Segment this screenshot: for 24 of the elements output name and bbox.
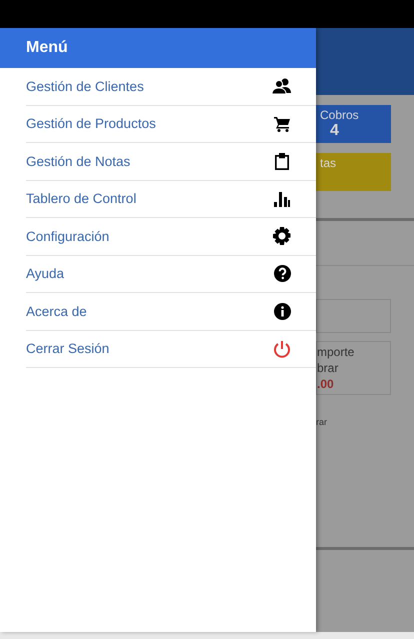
menu-item[interactable]: Tablero de Control	[26, 180, 316, 218]
amount-label: brar	[317, 360, 340, 376]
power-icon	[273, 340, 291, 358]
bar-chart-icon	[274, 190, 290, 207]
menu-item[interactable]: Gestión de Notas	[26, 143, 316, 180]
menu-item[interactable]: Gestión de Productos	[26, 106, 316, 143]
amount-value: .00	[317, 376, 335, 392]
help-icon	[274, 265, 290, 282]
clipboard-icon	[274, 152, 290, 170]
cart-icon	[274, 116, 290, 132]
card-value: 4	[329, 123, 340, 139]
menu-item[interactable]: Cerrar Sesión	[26, 330, 316, 368]
card-title: tas	[320, 156, 336, 170]
menu-item[interactable]: Configuración	[26, 218, 316, 256]
people-icon	[272, 78, 292, 94]
link-text[interactable]: rar	[316, 417, 414, 427]
menu-item[interactable]: Gestión de Clientes	[26, 68, 316, 106]
drawer-title: Menú	[0, 28, 316, 68]
amount-label: mporte	[317, 344, 356, 360]
card-title: Cobros	[320, 108, 359, 122]
menu-item[interactable]: Acerca de	[26, 293, 316, 330]
gear-icon	[273, 227, 291, 246]
info-icon	[274, 302, 290, 320]
menu-item[interactable]: Ayuda	[26, 256, 316, 293]
